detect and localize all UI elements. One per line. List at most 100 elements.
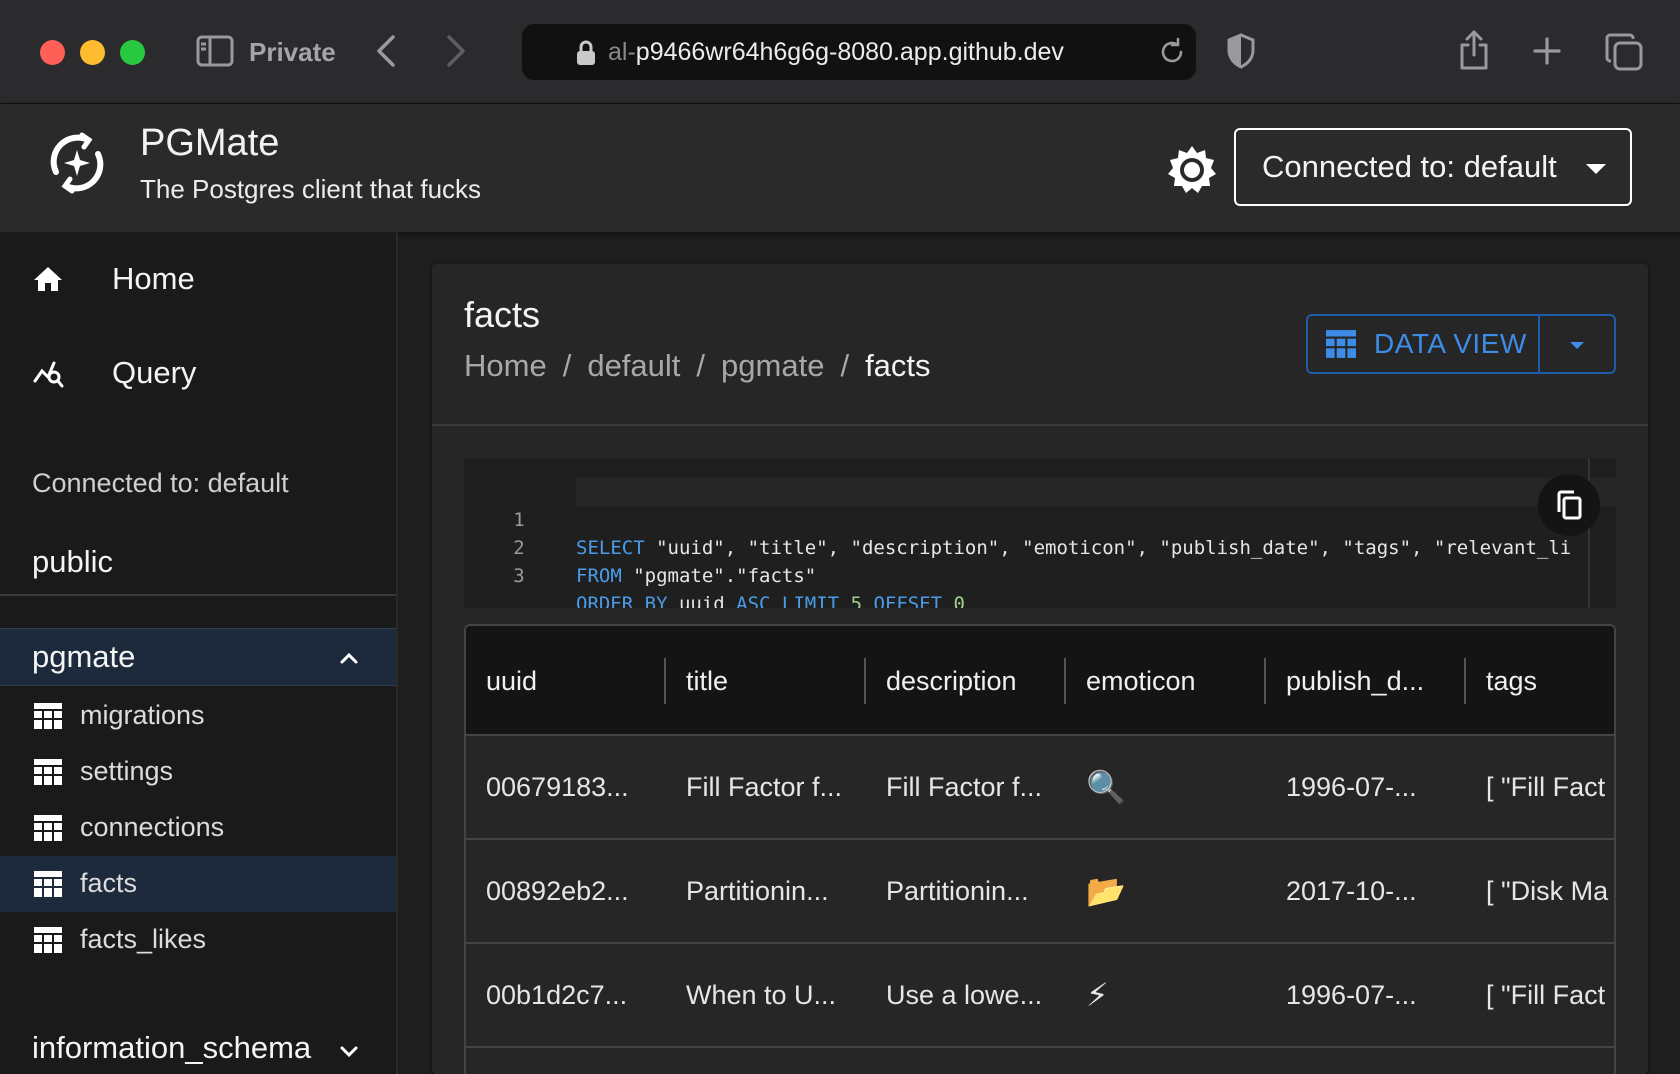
share-icon[interactable] xyxy=(1456,28,1492,72)
sidebar-item-connections[interactable]: connections xyxy=(0,800,396,856)
breadcrumb-separator: / xyxy=(840,348,850,383)
table-cell-emoticon: 📂 xyxy=(1086,873,1126,909)
home-icon xyxy=(32,263,64,295)
column-header-description[interactable]: description xyxy=(866,626,1066,736)
table-cell: Use a lowe... xyxy=(886,979,1043,1010)
url-text[interactable]: al-p9466wr64h6g6g-8080.app.github.dev xyxy=(608,34,1064,70)
table-icon xyxy=(1326,330,1358,358)
sql-number: 5 xyxy=(850,593,863,608)
breadcrumb-separator: / xyxy=(696,348,706,383)
app-title: PGMate xyxy=(140,122,280,164)
theme-toggle-icon[interactable] xyxy=(1166,144,1218,196)
sidebar-item-label: facts xyxy=(80,868,138,898)
main-panel: facts Home / default / pgmate / facts DA… xyxy=(432,264,1648,1074)
shield-icon[interactable] xyxy=(1224,32,1258,70)
connection-select-label: Connected to: default xyxy=(1262,149,1557,184)
back-icon[interactable] xyxy=(372,32,400,70)
close-window-button[interactable] xyxy=(40,40,65,65)
chevron-down-icon[interactable] xyxy=(338,1040,360,1062)
table-icon xyxy=(34,703,62,729)
sidebar-item-label: settings xyxy=(80,756,174,786)
private-label: Private xyxy=(249,37,336,67)
breadcrumb-schema[interactable]: pgmate xyxy=(721,348,824,384)
sidebar-connection-label: Connected to: default xyxy=(32,468,289,498)
sidebar-item-facts-likes[interactable]: facts_likes xyxy=(0,912,396,968)
table-cell: Partitionin... xyxy=(686,875,829,906)
table-cell: Fill Factor f... xyxy=(686,771,843,802)
nav-query[interactable]: Query xyxy=(0,338,396,408)
connection-select[interactable]: Connected to: default xyxy=(1234,128,1632,206)
table-cell: 1996-07-... xyxy=(1286,979,1417,1010)
sidebar: Home Query Connected to: default public … xyxy=(0,232,398,1074)
sidebar-item-settings[interactable]: settings xyxy=(0,744,396,800)
nav-home[interactable]: Home xyxy=(0,244,396,314)
breadcrumb-separator: / xyxy=(562,348,572,383)
copy-icon[interactable] xyxy=(1538,474,1600,536)
table-cell: Partitionin... xyxy=(886,875,1029,906)
table-cell-emoticon: ⚡ xyxy=(1086,977,1109,1013)
column-header-uuid[interactable]: uuid xyxy=(466,626,666,736)
column-header-tags[interactable]: tags xyxy=(1466,626,1614,736)
code-line: 3 ORDER BY uuid ASC LIMIT 5 OFFSET 0 xyxy=(464,534,1616,608)
pgmate-logo-icon[interactable] xyxy=(44,130,110,196)
breadcrumb-connection[interactable]: default xyxy=(587,348,680,384)
column-header-title[interactable]: title xyxy=(666,626,866,736)
table-row[interactable]: 00b1d2c7... When to U... Use a lowe... ⚡… xyxy=(466,944,1614,1048)
sql-keyword: LIMIT xyxy=(770,593,851,608)
sidebar-item-migrations[interactable]: migrations xyxy=(0,688,396,744)
table-row[interactable]: 00892eb2... Partitionin... Partitionin..… xyxy=(466,840,1614,944)
schema-information-schema[interactable]: information_schema xyxy=(32,1030,311,1066)
sidebar-item-facts[interactable]: facts xyxy=(0,856,396,912)
new-tab-icon[interactable] xyxy=(1528,32,1566,70)
table-icon xyxy=(34,871,62,897)
table-icon xyxy=(34,759,62,785)
url-prefix: al- xyxy=(608,38,636,66)
view-dropdown-caret-icon[interactable] xyxy=(1540,316,1614,372)
sql-text: uuid xyxy=(667,593,737,608)
sql-number: 0 xyxy=(953,593,965,608)
reload-icon[interactable] xyxy=(1156,36,1188,68)
sql-keyword: FROM xyxy=(576,565,622,587)
column-header-publish-date[interactable]: publish_d... xyxy=(1266,626,1466,736)
app-subtitle: The Postgres client that fucks xyxy=(140,174,482,204)
lock-icon xyxy=(576,40,596,66)
schema-pgmate-label: pgmate xyxy=(32,639,136,674)
table-cell: [ "Disk Ma xyxy=(1486,875,1609,906)
line-number: 3 xyxy=(513,565,525,587)
sql-editor[interactable]: 1 SELECT "uuid", "title", "description",… xyxy=(464,458,1616,608)
table-cell: When to U... xyxy=(686,979,837,1010)
table-cell: 00892eb2... xyxy=(486,875,629,906)
sidebar-divider xyxy=(0,594,396,596)
data-view-button-group: DATA VIEW xyxy=(1306,314,1616,374)
table-cell: [ "Fill Fact xyxy=(1486,771,1606,802)
table-cell: 1996-07-... xyxy=(1286,771,1417,802)
sidebar-item-label: facts_likes xyxy=(80,924,207,954)
column-header-emoticon[interactable]: emoticon xyxy=(1066,626,1266,736)
panel-divider xyxy=(432,424,1648,426)
table-cell: 00679183... xyxy=(486,771,629,802)
breadcrumb-table: facts xyxy=(865,348,931,383)
table-icon xyxy=(34,815,62,841)
table-cell: 00b1d2c7... xyxy=(486,979,628,1010)
zoom-window-button[interactable] xyxy=(120,40,145,65)
table-row[interactable]: 00679183... Fill Factor f... Fill Factor… xyxy=(466,736,1614,840)
table-cell: Fill Factor f... xyxy=(886,771,1043,802)
sidebar-item-label: connections xyxy=(80,812,225,842)
nav-query-label: Query xyxy=(112,355,197,390)
page-title: facts xyxy=(464,294,541,335)
sidebar-toggle-icon[interactable] xyxy=(196,34,234,68)
browser-toolbar: Private al-p9466wr64h6g6g-8080.app.githu… xyxy=(0,0,1680,104)
forward-icon[interactable] xyxy=(442,32,470,70)
code-line: 2 FROM "pgmate"."facts" xyxy=(464,506,1616,587)
schema-pgmate[interactable]: pgmate xyxy=(0,628,396,686)
breadcrumb: Home / default / pgmate / facts xyxy=(464,348,931,384)
editor-scrollbar[interactable] xyxy=(1588,458,1616,608)
breadcrumb-home[interactable]: Home xyxy=(464,348,547,384)
minimize-window-button[interactable] xyxy=(80,40,105,65)
schema-public[interactable]: public xyxy=(32,544,113,580)
results-table: uuid title description emoticon publish_… xyxy=(464,624,1616,1074)
data-view-label: DATA VIEW xyxy=(1374,328,1527,359)
tab-overview-icon[interactable] xyxy=(1604,32,1644,72)
table-cell: [ "Fill Fact xyxy=(1486,979,1606,1010)
data-view-button[interactable]: DATA VIEW xyxy=(1308,316,1540,372)
